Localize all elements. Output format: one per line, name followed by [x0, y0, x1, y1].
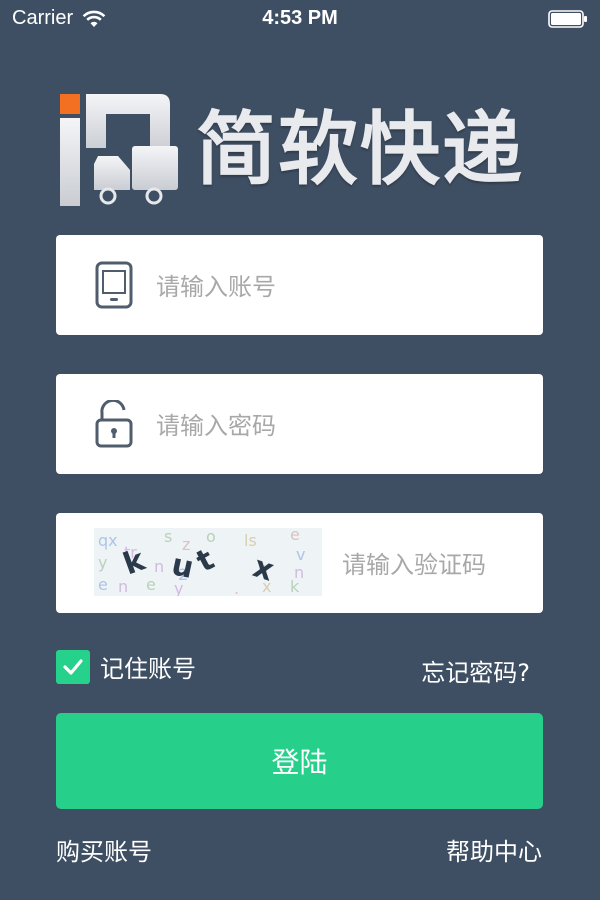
- captcha-input[interactable]: 请输入验证码: [342, 545, 486, 580]
- remember-checkbox[interactable]: [56, 649, 90, 684]
- svg-text:e: e: [290, 528, 300, 544]
- checkmark-icon: [63, 658, 83, 675]
- svg-text:y: y: [98, 553, 107, 572]
- password-input[interactable]: 请输入密码: [156, 406, 276, 441]
- svg-text:n: n: [118, 577, 128, 596]
- svg-text:e: e: [146, 575, 156, 594]
- brand-name: 简软快递: [196, 103, 524, 196]
- svg-text:v: v: [296, 545, 305, 564]
- svg-text:s: s: [164, 528, 172, 546]
- account-field[interactable]: 请输入账号: [56, 235, 543, 335]
- captcha-field[interactable]: qx tr s z o ls e v y n 2 o n e n e y . x…: [56, 513, 543, 613]
- login-button[interactable]: 登陆: [56, 713, 543, 809]
- buy-account-link[interactable]: 购买账号: [56, 832, 152, 867]
- battery-icon: [548, 10, 587, 28]
- captcha-image[interactable]: qx tr s z o ls e v y n 2 o n e n e y . x…: [94, 528, 322, 596]
- remember-label: 记住账号: [100, 655, 196, 683]
- password-field[interactable]: 请输入密码: [56, 374, 543, 474]
- svg-text:qx: qx: [98, 531, 118, 550]
- svg-text:ls: ls: [244, 531, 257, 550]
- svg-text:k: k: [290, 577, 300, 596]
- help-center-link[interactable]: 帮助中心: [446, 832, 542, 867]
- svg-text:e: e: [98, 575, 108, 594]
- svg-text:o: o: [206, 528, 216, 546]
- status-time: 4:53 PM: [262, 7, 338, 29]
- remember-account[interactable]: 记住账号: [56, 649, 196, 684]
- status-bar: Carrier 4:53 PM: [0, 0, 600, 40]
- lock-icon: [95, 400, 133, 448]
- account-input[interactable]: 请输入账号: [156, 267, 276, 302]
- svg-text:.: .: [234, 579, 239, 596]
- phone-icon: [95, 261, 133, 309]
- svg-text:n: n: [154, 557, 164, 576]
- forgot-password-link[interactable]: 忘记密码?: [421, 653, 530, 688]
